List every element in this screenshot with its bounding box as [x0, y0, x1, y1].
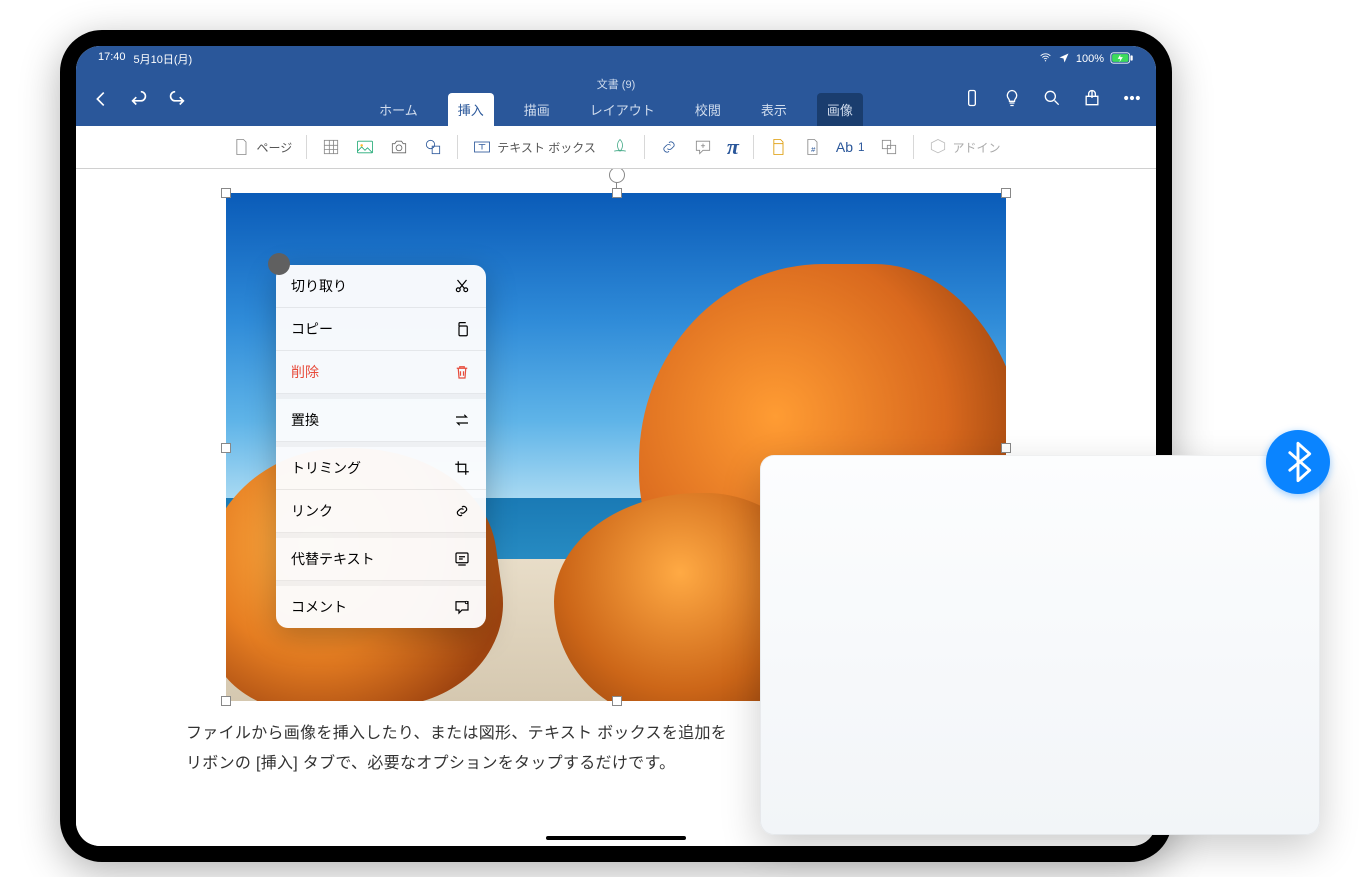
ribbon-link-button[interactable]	[659, 137, 679, 157]
ribbon-picture-button[interactable]	[355, 137, 375, 157]
ribbon-page-button[interactable]: ページ	[231, 137, 292, 157]
resize-handle-tm[interactable]	[612, 188, 622, 198]
ribbon-shapes-button[interactable]	[423, 137, 443, 157]
ribbon-object-button[interactable]	[879, 137, 899, 157]
ribbon-pagenumber-button[interactable]: #	[802, 137, 822, 157]
ribbon-header-button[interactable]	[768, 137, 788, 157]
bluetooth-badge	[1266, 430, 1330, 494]
menu-comment[interactable]: コメント	[276, 581, 486, 628]
title-bar: 文書 (9) ホーム 挿入 描画 レイアウト 校閲 表示 画像	[76, 72, 1156, 126]
battery-icon	[1110, 52, 1134, 67]
device-button[interactable]	[962, 88, 982, 113]
home-indicator[interactable]	[546, 836, 686, 840]
context-menu: 切り取り コピー 削除 置換 トリミング リンク 代替テキスト コメント	[276, 265, 486, 628]
menu-crop[interactable]: トリミング	[276, 442, 486, 490]
insert-ribbon: ページ テキスト ボックス π # Ab1 アドイン	[76, 126, 1156, 169]
svg-text:#: #	[811, 145, 816, 154]
status-time: 17:40	[98, 51, 126, 67]
resize-handle-tr[interactable]	[1001, 188, 1011, 198]
battery-pct: 100%	[1076, 53, 1104, 65]
menu-copy[interactable]: コピー	[276, 308, 486, 351]
magic-trackpad[interactable]	[760, 455, 1320, 835]
ribbon-icons-button[interactable]	[610, 137, 630, 157]
menu-delete[interactable]: 削除	[276, 351, 486, 394]
tab-home[interactable]: ホーム	[369, 93, 428, 126]
ribbon-footnote-button[interactable]: Ab1	[836, 139, 865, 155]
menu-replace[interactable]: 置換	[276, 394, 486, 442]
tab-layout[interactable]: レイアウト	[580, 93, 665, 126]
resize-handle-bl[interactable]	[221, 696, 231, 706]
menu-alttext[interactable]: 代替テキスト	[276, 533, 486, 581]
search-button[interactable]	[1042, 88, 1062, 113]
ribbon-comment-button[interactable]	[693, 137, 713, 157]
lightbulb-button[interactable]	[1002, 88, 1022, 113]
tab-review[interactable]: 校閲	[685, 93, 731, 126]
menu-link[interactable]: リンク	[276, 490, 486, 533]
menu-cut[interactable]: 切り取り	[276, 265, 486, 308]
tab-insert[interactable]: 挿入	[448, 93, 494, 126]
tab-picture[interactable]: 画像	[817, 93, 863, 126]
resize-handle-tl[interactable]	[221, 188, 231, 198]
share-button[interactable]	[1082, 88, 1102, 113]
ribbon-camera-button[interactable]	[389, 137, 409, 157]
ribbon-equation-button[interactable]: π	[727, 134, 739, 160]
resize-handle-mr[interactable]	[1001, 443, 1011, 453]
tab-draw[interactable]: 描画	[514, 93, 560, 126]
rotate-handle[interactable]	[609, 169, 625, 183]
ribbon-table-button[interactable]	[321, 137, 341, 157]
wifi-icon	[1039, 51, 1052, 67]
more-button[interactable]	[1122, 88, 1142, 113]
cursor-indicator	[268, 253, 290, 275]
location-icon	[1058, 52, 1070, 67]
status-bar: 17:40 5月10日(月) 100%	[76, 46, 1156, 72]
bluetooth-icon	[1283, 441, 1313, 483]
ribbon-addin-button[interactable]: アドイン	[928, 137, 1001, 157]
status-date: 5月10日(月)	[134, 51, 193, 67]
resize-handle-ml[interactable]	[221, 443, 231, 453]
resize-handle-bm[interactable]	[612, 696, 622, 706]
ribbon-textbox-button[interactable]: テキスト ボックス	[472, 137, 596, 157]
tab-view[interactable]: 表示	[751, 93, 797, 126]
